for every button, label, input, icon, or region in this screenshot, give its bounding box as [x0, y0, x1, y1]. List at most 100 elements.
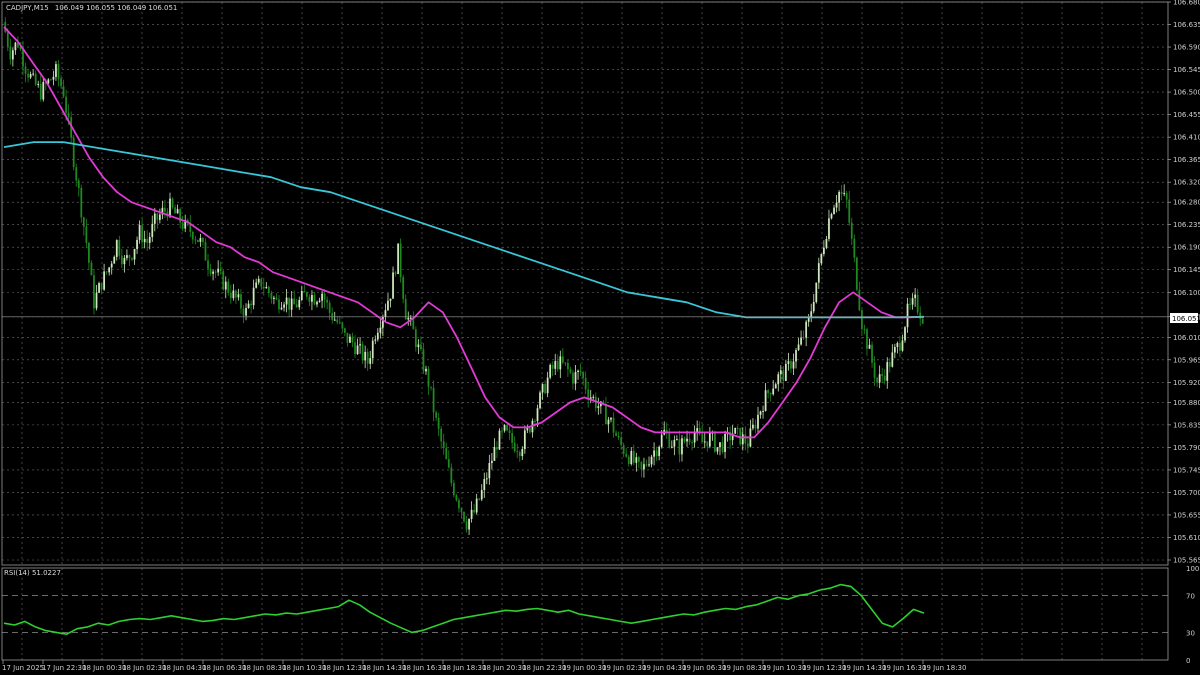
- bull-candle: [825, 238, 828, 248]
- bull-candle: [597, 406, 600, 409]
- bull-candle: [658, 446, 661, 457]
- bull-candle: [11, 50, 14, 60]
- bull-candle: [772, 388, 775, 395]
- rsi-label: RSI(14) 51.0227: [4, 569, 61, 577]
- bear-candle: [518, 452, 521, 457]
- bull-candle: [199, 237, 202, 242]
- bear-candle: [455, 495, 458, 501]
- bull-candle: [878, 374, 881, 383]
- bear-candle: [336, 319, 339, 323]
- y-tick-label: 106.680: [1173, 0, 1200, 7]
- bear-candle: [202, 237, 204, 242]
- bull-candle: [719, 442, 721, 448]
- bull-candle: [384, 310, 387, 317]
- bear-candle: [544, 384, 546, 394]
- x-tick-label: 19 Jun 00:30: [562, 664, 606, 672]
- bull-candle: [300, 291, 303, 300]
- bull-candle: [95, 292, 98, 309]
- bull-candle: [110, 263, 113, 268]
- bear-candle: [341, 322, 344, 329]
- bear-candle: [460, 508, 463, 512]
- bull-candle: [133, 248, 136, 260]
- bull-candle: [425, 368, 427, 372]
- bear-candle: [288, 297, 291, 310]
- bear-candle: [506, 425, 508, 431]
- bear-candle: [346, 332, 349, 343]
- bear-candle: [871, 344, 873, 363]
- bull-candle: [774, 384, 777, 389]
- bull-candle: [536, 408, 539, 422]
- bear-candle: [668, 433, 671, 448]
- bear-candle: [873, 362, 876, 378]
- bull-candle: [673, 439, 676, 447]
- bear-candle: [688, 438, 691, 443]
- bear-candle: [564, 362, 567, 364]
- bear-candle: [802, 337, 805, 339]
- bear-candle: [866, 329, 868, 349]
- bear-candle: [620, 437, 623, 445]
- bear-candle: [354, 342, 356, 355]
- bull-candle: [245, 308, 247, 316]
- bear-candle: [845, 193, 848, 200]
- bull-candle: [321, 293, 323, 301]
- x-tick-label: 19 Jun 16:30: [882, 664, 926, 672]
- bear-candle: [105, 271, 108, 273]
- y-tick-label: 106.410: [1173, 134, 1200, 142]
- bull-candle: [670, 446, 673, 448]
- bear-candle: [478, 498, 481, 500]
- bull-candle: [797, 344, 800, 351]
- bear-candle: [612, 417, 615, 433]
- bull-candle: [703, 441, 706, 443]
- y-tick-label: 105.565: [1173, 556, 1200, 564]
- bull-candle: [148, 237, 151, 243]
- bull-candle: [724, 434, 726, 452]
- bull-candle: [113, 256, 116, 264]
- bear-candle: [191, 231, 194, 240]
- bear-candle: [909, 303, 911, 305]
- x-tick-label: 19 Jun 04:30: [642, 664, 686, 672]
- bear-candle: [508, 430, 511, 434]
- bear-candle: [118, 240, 121, 256]
- y-tick-label: 106.145: [1173, 266, 1200, 274]
- bear-candle: [235, 290, 237, 298]
- bear-candle: [164, 207, 166, 212]
- bear-candle: [432, 387, 435, 413]
- bull-candle: [777, 374, 780, 385]
- bull-candle: [554, 361, 557, 369]
- y-tick-label: 106.235: [1173, 221, 1200, 229]
- bull-candle: [389, 298, 392, 301]
- bull-candle: [521, 449, 524, 457]
- bear-candle: [128, 255, 131, 259]
- bull-candle: [136, 239, 138, 249]
- bull-candle: [333, 319, 336, 321]
- bull-candle: [759, 411, 762, 415]
- bear-candle: [569, 369, 572, 373]
- bull-candle: [14, 42, 17, 51]
- bull-candle: [126, 255, 128, 259]
- bear-candle: [88, 242, 90, 263]
- bear-candle: [267, 286, 270, 293]
- bull-candle: [660, 434, 663, 447]
- bear-candle: [204, 241, 207, 261]
- bull-candle: [795, 350, 797, 362]
- bear-candle: [534, 420, 536, 422]
- bear-candle: [6, 32, 9, 47]
- bull-candle: [896, 343, 899, 347]
- bull-candle: [153, 213, 156, 224]
- bear-candle: [625, 453, 628, 457]
- y-tick-label: 105.965: [1173, 356, 1200, 364]
- bear-candle: [181, 222, 184, 229]
- bull-candle: [349, 336, 351, 343]
- bear-candle: [767, 390, 770, 393]
- y-tick-label: 106.320: [1173, 179, 1200, 187]
- bull-candle: [138, 225, 141, 240]
- y-tick-label: 106.545: [1173, 66, 1200, 74]
- bull-candle: [893, 346, 896, 353]
- y-tick-label: 106.500: [1173, 89, 1200, 97]
- bear-candle: [207, 260, 209, 269]
- y-tick-label: 105.880: [1173, 399, 1200, 407]
- bear-candle: [622, 444, 625, 454]
- bear-candle: [313, 295, 316, 305]
- bear-candle: [214, 271, 217, 273]
- bull-candle: [577, 370, 579, 373]
